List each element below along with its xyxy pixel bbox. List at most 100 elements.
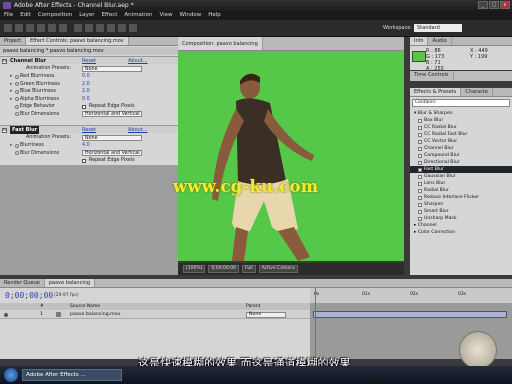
effect-item[interactable]: Unsharp Mask — [410, 215, 512, 222]
time-ruler[interactable]: 0s 01s 02s 03s — [310, 288, 512, 303]
pen-tool-icon[interactable] — [85, 24, 93, 32]
property-value[interactable]: 2.0 — [82, 81, 90, 88]
menu-animation[interactable]: Animation — [124, 11, 152, 20]
eye-icon[interactable] — [4, 313, 8, 317]
tab-info[interactable]: Info — [410, 37, 429, 45]
effect-item[interactable]: CC Radial Fast Blur — [410, 131, 512, 138]
stopwatch-icon[interactable] — [15, 104, 19, 109]
stopwatch-icon[interactable] — [15, 143, 19, 148]
effect-item[interactable]: Reduce Interlace Flicker — [410, 194, 512, 201]
about-link[interactable]: About... — [128, 126, 148, 134]
effect-item[interactable]: CC Vector Blur — [410, 138, 512, 145]
stopwatch-icon[interactable] — [15, 89, 19, 94]
effect-item-selected[interactable]: Fast Blur — [410, 166, 512, 173]
taskbar-item[interactable]: Adobe After Effects ... — [22, 369, 122, 381]
hand-tool-icon[interactable] — [15, 24, 23, 32]
maximize-button[interactable]: □ — [489, 1, 499, 9]
pan-behind-tool-icon[interactable] — [59, 24, 67, 32]
repeat-edge-checkbox[interactable] — [82, 158, 86, 163]
stopwatch-icon[interactable] — [15, 82, 19, 86]
menu-composition[interactable]: Composition — [38, 11, 72, 20]
clone-tool-icon[interactable] — [118, 24, 126, 32]
expand-triangle-icon[interactable]: ▸ — [10, 96, 12, 103]
stopwatch-icon[interactable] — [15, 112, 19, 116]
zoom-tool-icon[interactable] — [26, 24, 34, 32]
mask-tool-icon[interactable] — [74, 24, 82, 32]
reset-link[interactable]: Reset — [82, 126, 96, 134]
tab-timeline-comp[interactable]: paavo balancing — [44, 279, 96, 287]
layer-duration-bar[interactable] — [313, 311, 507, 318]
property-value[interactable]: 0.0 — [82, 96, 90, 103]
effect-fast-blur[interactable]: fx Fast Blur Reset About... — [0, 125, 178, 134]
brush-tool-icon[interactable] — [107, 24, 115, 32]
effect-item[interactable]: Lens Blur — [410, 180, 512, 187]
selection-tool-icon[interactable] — [4, 24, 12, 32]
animation-presets-dropdown[interactable]: None — [82, 65, 142, 72]
tab-effect-controls[interactable]: Effect Controls: paavo balancing.mov — [26, 37, 129, 45]
menu-file[interactable]: File — [4, 11, 13, 20]
expand-triangle-icon[interactable]: ▸ — [10, 81, 12, 88]
tab-character[interactable]: Characte — [461, 88, 493, 96]
tab-effects-presets[interactable]: Effects & Presets — [410, 88, 462, 96]
menu-effect[interactable]: Effect — [102, 11, 118, 20]
repeat-edge-checkbox[interactable] — [82, 104, 86, 109]
current-time-indicator[interactable] — [315, 288, 316, 359]
current-time-display[interactable]: 0;00;00;00 — [208, 265, 239, 273]
reset-link[interactable]: Reset — [82, 57, 96, 65]
tab-project[interactable]: Project — [0, 37, 27, 45]
category-channel[interactable]: ▸ Channel — [410, 222, 512, 229]
camera-tool-icon[interactable] — [48, 24, 56, 32]
menu-edit[interactable]: Edit — [20, 11, 31, 20]
blur-dimensions-dropdown[interactable]: Horizontal and Vertical — [82, 150, 142, 157]
effect-item[interactable]: Compound Blur — [410, 152, 512, 159]
workspace-dropdown[interactable]: Standard — [414, 24, 462, 32]
timeline-current-time[interactable]: 0;00;00;00 — [5, 291, 53, 300]
effect-item[interactable]: Directional Blur — [410, 159, 512, 166]
category-color-correction[interactable]: ▸ Color Correction — [410, 229, 512, 236]
composition-viewer[interactable] — [178, 51, 404, 261]
tab-time-controls[interactable]: Time Controls — [410, 71, 454, 80]
effect-item[interactable]: Radial Blur — [410, 187, 512, 194]
tab-render-queue[interactable]: Render Queue — [0, 279, 45, 287]
parent-dropdown[interactable]: None — [246, 312, 286, 318]
resolution-dropdown[interactable]: Full — [241, 265, 256, 273]
minimize-button[interactable]: _ — [478, 1, 488, 9]
effect-item[interactable]: CC Radial Blur — [410, 124, 512, 131]
menu-view[interactable]: View — [159, 11, 172, 20]
camera-dropdown[interactable]: Active Camera — [258, 265, 298, 273]
expand-triangle-icon[interactable]: ▸ — [10, 142, 12, 149]
effect-channel-blur[interactable]: fx Channel Blur Reset About... — [0, 56, 178, 64]
menu-window[interactable]: Window — [180, 11, 202, 20]
menu-help[interactable]: Help — [208, 11, 221, 20]
property-value[interactable]: 0.0 — [82, 73, 90, 80]
fx-toggle-icon[interactable]: fx — [2, 127, 7, 133]
effect-item[interactable]: Channel Blur — [410, 145, 512, 152]
stopwatch-icon[interactable] — [15, 74, 19, 79]
close-button[interactable]: x — [500, 1, 510, 9]
layer-name[interactable]: paavo balancing.mov — [70, 311, 120, 319]
effect-item[interactable]: Box Blur — [410, 117, 512, 124]
rotate-tool-icon[interactable] — [37, 24, 45, 32]
blur-dimensions-dropdown[interactable]: Horizontal and Vertical — [82, 111, 142, 118]
composition-frame[interactable] — [178, 51, 404, 261]
tab-audio[interactable]: Audio — [428, 37, 452, 45]
stopwatch-icon[interactable] — [15, 97, 19, 101]
tab-composition[interactable]: Composition: paavo balancing — [178, 37, 263, 50]
expand-triangle-icon[interactable]: ▸ — [10, 88, 12, 95]
effect-item[interactable]: Sharpen — [410, 201, 512, 208]
expand-triangle-icon[interactable]: ▸ — [10, 73, 12, 80]
about-link[interactable]: About... — [128, 57, 148, 65]
layer-row[interactable]: 1 paavo balancing.mov None — [0, 311, 310, 319]
property-value[interactable]: 2.0 — [82, 88, 90, 95]
stopwatch-icon[interactable] — [15, 151, 19, 155]
menu-layer[interactable]: Layer — [79, 11, 94, 20]
category-blur-sharpen[interactable]: ▾ Blur & Sharpen — [410, 110, 512, 117]
effect-item[interactable]: Gaussian Blur — [410, 173, 512, 180]
eraser-tool-icon[interactable] — [129, 24, 137, 32]
zoom-dropdown[interactable]: (100%) — [183, 265, 206, 273]
blurriness-value[interactable]: 4.0 — [82, 142, 90, 149]
search-input[interactable]: Contains: — [412, 99, 510, 107]
fx-toggle-icon[interactable]: fx — [2, 58, 7, 64]
effect-item[interactable]: Smart Blur — [410, 208, 512, 215]
start-button-icon[interactable] — [4, 368, 18, 382]
